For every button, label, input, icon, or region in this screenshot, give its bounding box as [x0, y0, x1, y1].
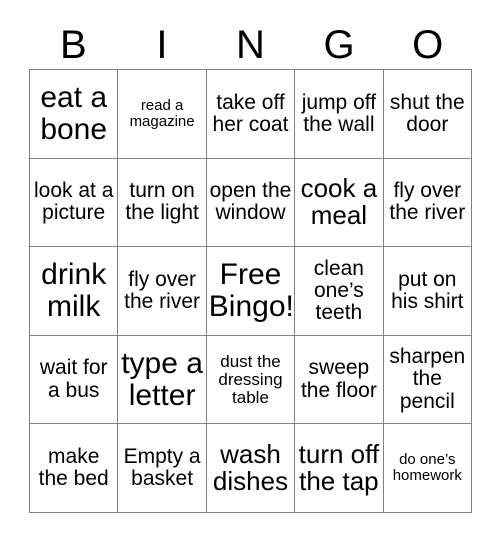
bingo-cell[interactable]: turn off the tap [295, 424, 384, 513]
bingo-cell[interactable]: Empty a basket [118, 424, 207, 513]
bingo-cell[interactable]: make the bed [30, 424, 119, 513]
bingo-cell[interactable]: turn on the light [118, 158, 207, 248]
bingo-cell-label: wash dishes [212, 438, 289, 497]
bingo-cell[interactable]: take off her coat [206, 70, 296, 159]
bingo-cell[interactable]: jump off the wall [295, 70, 384, 159]
bingo-cell[interactable]: cook a meal [295, 158, 384, 248]
bingo-cell-label: Free Bingo! [208, 258, 294, 323]
bingo-cell-label: turn off the tap [298, 438, 380, 497]
bingo-cell-label: jump off the wall [301, 90, 377, 136]
bingo-cell-label: take off her coat [212, 90, 289, 136]
bingo-cell-label: look at a picture [34, 179, 114, 225]
bingo-cell-label: type a letter [121, 346, 203, 412]
bingo-cell[interactable]: open the window [206, 158, 296, 248]
bingo-cell-label: drink milk [41, 258, 107, 323]
bingo-cell-label: clean one’s teeth [313, 256, 364, 325]
bingo-header-letter-n: N [236, 22, 265, 67]
bingo-cell[interactable]: fly over the river [118, 247, 207, 336]
bingo-grid: eat a bone read a magazine take off her … [29, 69, 472, 513]
bingo-cell-free[interactable]: Free Bingo! [206, 247, 296, 336]
bingo-cell[interactable]: fly over the river [383, 158, 472, 248]
bingo-cell-label: dust the dressing table [218, 351, 283, 407]
bingo-header-letter-g: G [323, 22, 355, 67]
bingo-cell[interactable]: sweep the floor [295, 335, 384, 425]
bingo-cell[interactable]: eat a bone [30, 70, 119, 159]
bingo-cell[interactable]: shut the door [383, 70, 472, 159]
bingo-cell-label: cook a meal [300, 172, 378, 231]
bingo-header-letter-o: O [412, 22, 444, 67]
bingo-cell[interactable]: wash dishes [206, 424, 296, 513]
bingo-cell[interactable]: type a letter [118, 335, 207, 425]
bingo-cell[interactable]: put on his shirt [383, 247, 472, 336]
bingo-cell[interactable]: look at a picture [30, 158, 119, 248]
bingo-cell[interactable]: do one’s homework [383, 424, 472, 513]
bingo-cell[interactable]: drink milk [30, 247, 119, 336]
bingo-cell-label: shut the door [389, 90, 465, 136]
bingo-cell-label: do one’s homework [392, 451, 462, 485]
bingo-cell-label: put on his shirt [391, 267, 464, 313]
bingo-cell-label: make the bed [38, 444, 109, 491]
bingo-cell[interactable]: sharpen the pencil [383, 335, 472, 425]
bingo-cell[interactable]: read a magazine [118, 70, 207, 159]
bingo-cell[interactable]: dust the dressing table [206, 335, 296, 425]
bingo-cell[interactable]: wait for a bus [30, 335, 119, 425]
bingo-header-letter-b: B [59, 22, 87, 67]
bingo-cell-label: sharpen the pencil [389, 345, 466, 413]
bingo-header-letter-i: I [156, 22, 168, 67]
bingo-cell-label: read a magazine [129, 96, 195, 130]
bingo-cell-label: open the window [209, 179, 292, 225]
bingo-cell-label: eat a bone [40, 81, 108, 146]
bingo-cell-label: sweep the floor [300, 356, 377, 402]
bingo-cell-label: Empty a basket [123, 444, 201, 491]
bingo-cell-label: turn on the light [125, 179, 199, 225]
bingo-cell[interactable]: clean one’s teeth [295, 247, 384, 336]
bingo-card: B I N G O eat a bone read a magazine tak… [0, 0, 500, 544]
bingo-cell-label: fly over the river [389, 179, 466, 225]
bingo-header: B I N G O [29, 20, 472, 69]
bingo-cell-label: fly over the river [124, 267, 201, 313]
bingo-cell-label: wait for a bus [39, 356, 108, 402]
